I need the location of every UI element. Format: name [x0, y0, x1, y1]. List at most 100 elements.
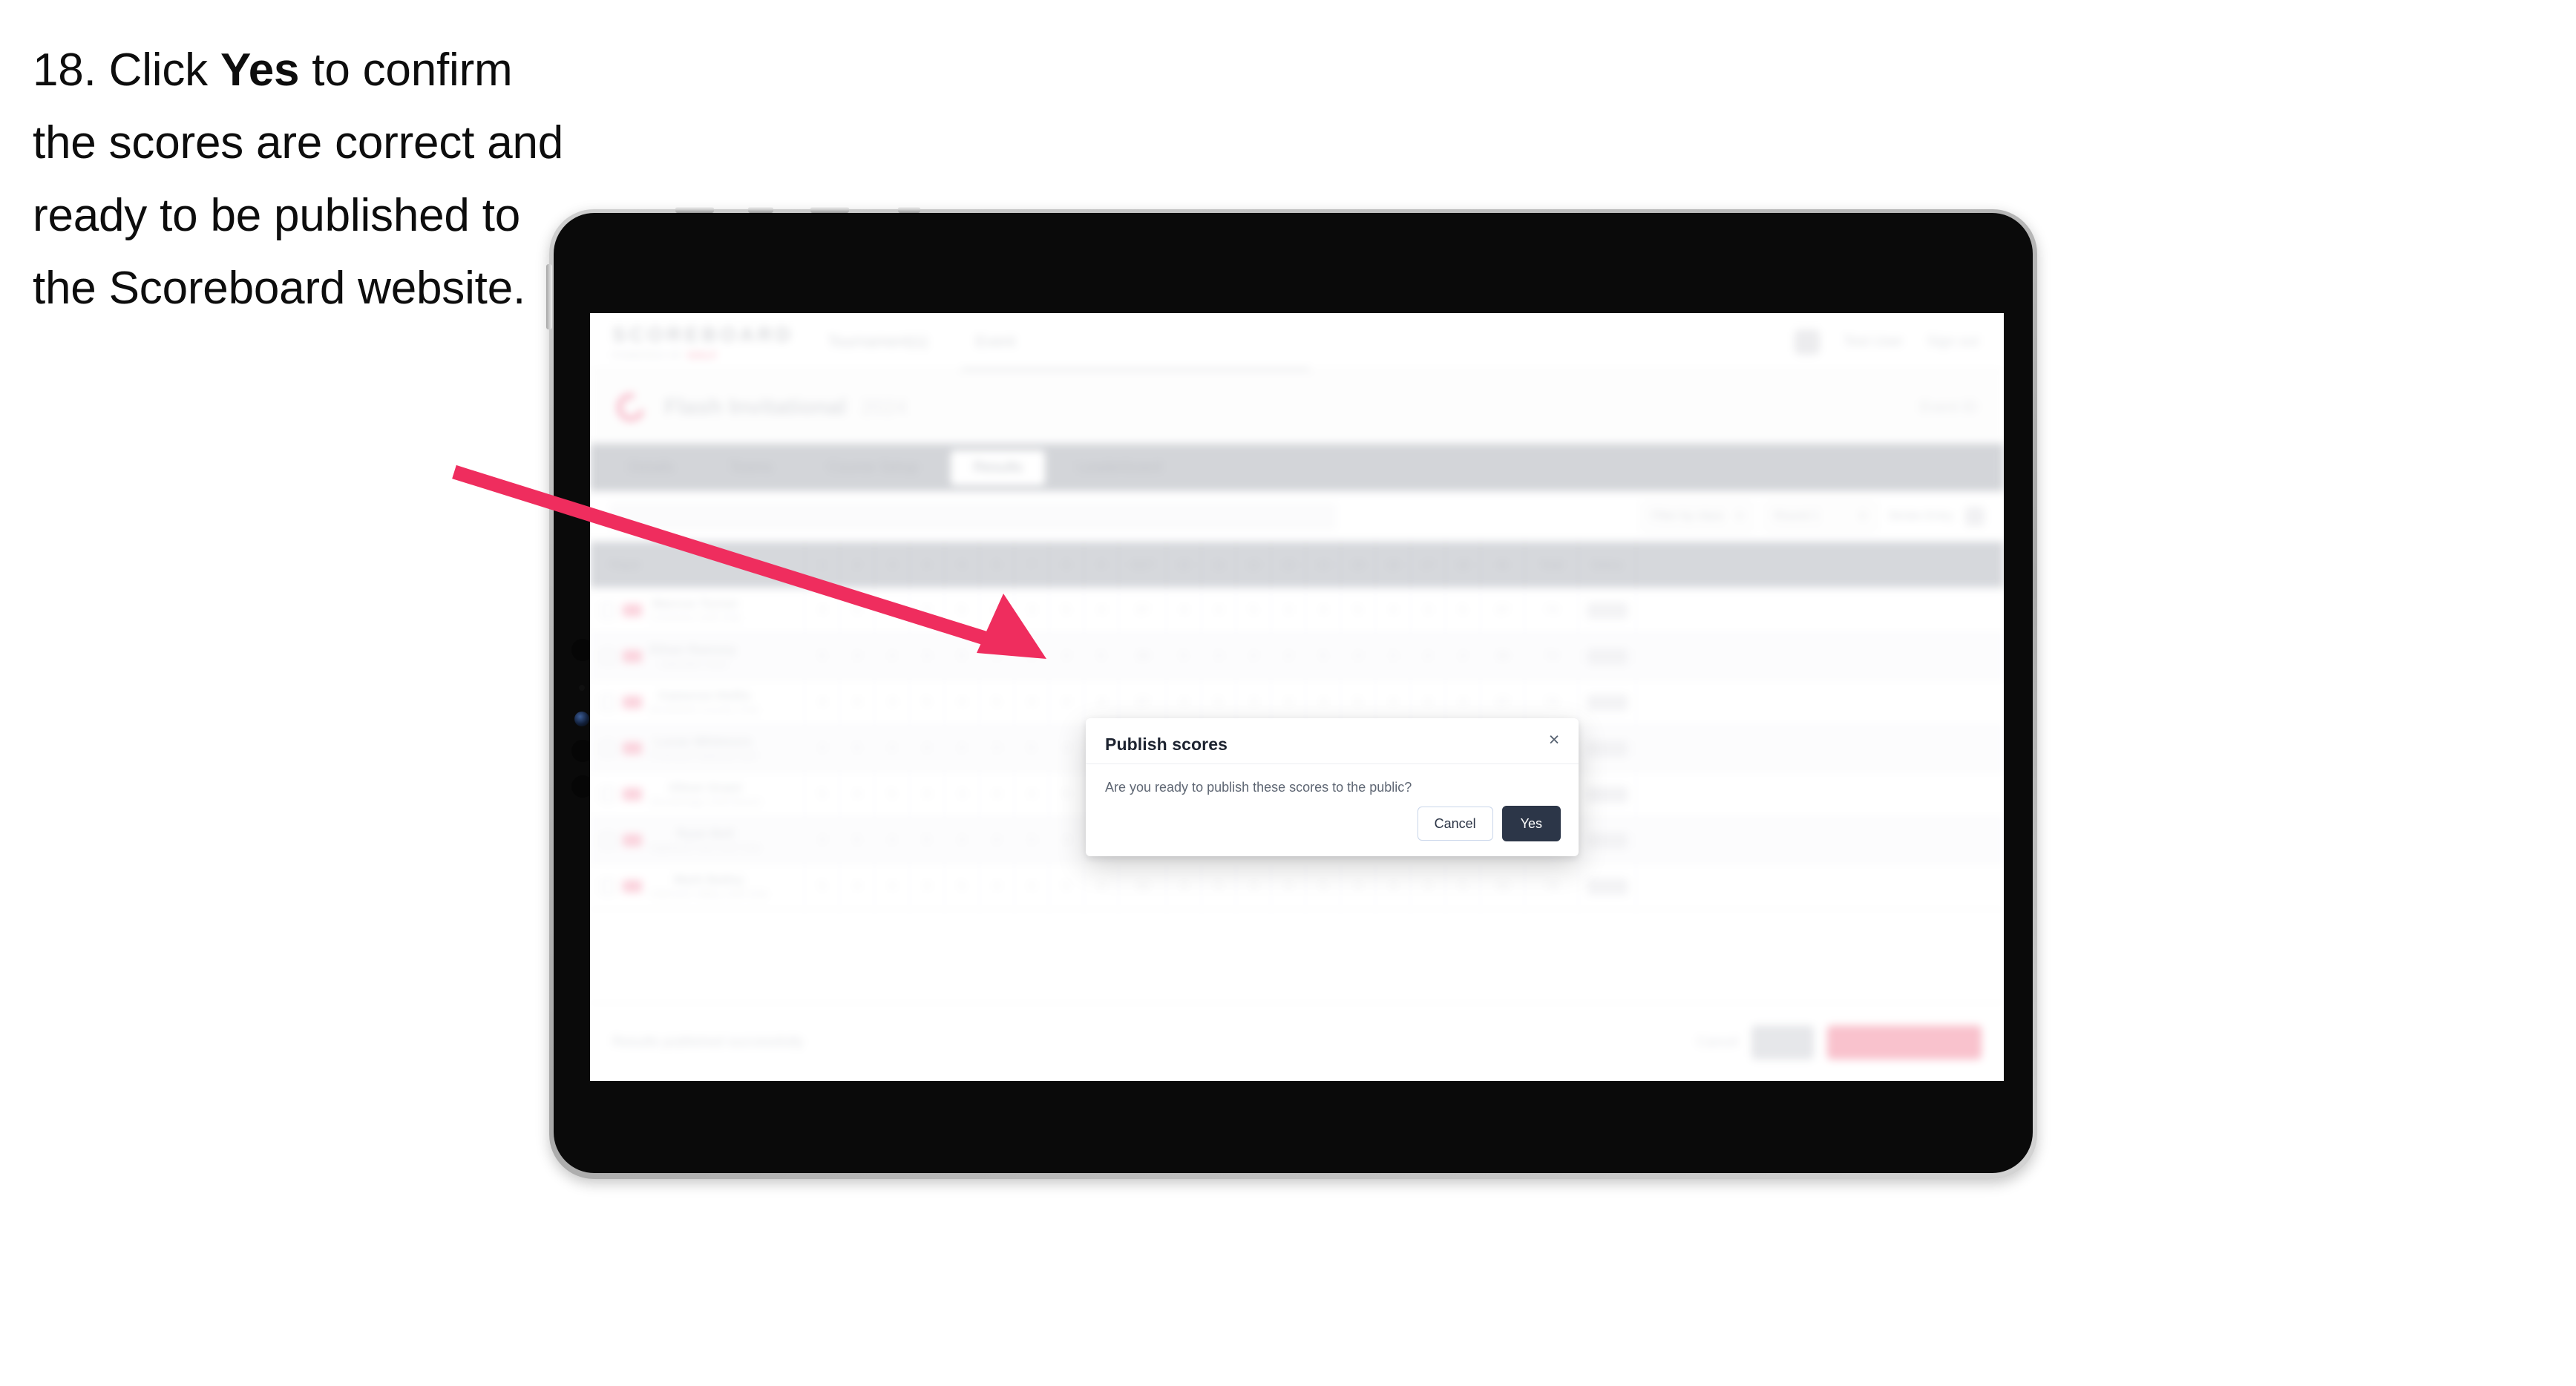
score-cell[interactable]: 4 [1049, 680, 1084, 725]
score-cell[interactable]: 4 [1306, 588, 1341, 633]
score-cell[interactable]: 5 [840, 588, 875, 633]
score-cell[interactable]: 5 [945, 634, 980, 679]
nav-item-event[interactable]: Event [975, 333, 1015, 351]
score-cell[interactable]: 4 [1049, 634, 1084, 679]
table-row[interactable]: Ethan Ramsey Lakeside Links 5 4 4 3 5 4 4 4 5 38 5 3 4… [590, 634, 2004, 680]
score-cell[interactable]: 4 [875, 864, 910, 909]
score-cell[interactable]: 3 [1271, 588, 1306, 633]
score-cell[interactable]: 5 [910, 680, 945, 725]
score-cell[interactable]: 5 [1341, 588, 1376, 633]
score-cell[interactable]: 4 [1015, 634, 1049, 679]
score-cell[interactable]: 4 [840, 772, 875, 817]
score-cell[interactable]: 4 [1411, 864, 1446, 909]
score-cell[interactable]: 4 [1376, 588, 1411, 633]
score-cell[interactable]: 4 [980, 588, 1015, 633]
score-cell[interactable]: 5 [875, 772, 910, 817]
score-cell[interactable]: 5 [1049, 588, 1084, 633]
score-cell[interactable]: 5 [1306, 864, 1341, 909]
score-cell[interactable]: 3 [1015, 588, 1049, 633]
search-input[interactable] [609, 502, 1337, 531]
row-checkbox[interactable] [600, 602, 615, 618]
score-cell[interactable]: 5 [945, 864, 980, 909]
score-cell[interactable]: 4 [875, 818, 910, 863]
score-cell[interactable]: 5 [980, 680, 1015, 725]
score-cell[interactable]: 4 [805, 588, 840, 633]
score-cell[interactable]: 4 [840, 864, 875, 909]
score-cell[interactable]: 4 [805, 818, 840, 863]
score-cell[interactable]: 5 [1446, 588, 1481, 633]
table-row[interactable]: Marcus Turner Crestview Golf Club 4 5 3 4 5 4 3 5… [590, 588, 2004, 634]
score-cell[interactable]: 5 [840, 726, 875, 771]
score-cell[interactable]: 3 [980, 726, 1015, 771]
score-cell[interactable]: 4 [1084, 588, 1119, 633]
score-cell[interactable]: 5 [1049, 772, 1084, 817]
score-cell[interactable]: 5 [840, 818, 875, 863]
score-cell[interactable]: 5 [1446, 864, 1481, 909]
score-cell[interactable]: 4 [980, 864, 1015, 909]
brand-logo[interactable]: SCOREBOARD POWERED BY GOLF [612, 323, 790, 361]
cancel-link[interactable]: Cancel [1697, 1034, 1738, 1050]
score-cell[interactable]: 4 [1049, 726, 1084, 771]
row-checkbox[interactable] [600, 694, 615, 710]
score-cell[interactable]: 5 [1202, 864, 1236, 909]
score-cell[interactable]: 5 [910, 818, 945, 863]
score-cell[interactable]: 3 [875, 588, 910, 633]
row-checkbox[interactable] [600, 878, 615, 894]
score-cell[interactable]: 4 [1376, 864, 1411, 909]
row-checkbox[interactable] [600, 648, 615, 664]
score-cell[interactable]: 3 [1376, 634, 1411, 679]
sign-out-link[interactable]: Sign out [1927, 334, 1979, 350]
score-cell[interactable]: 4 [910, 726, 945, 771]
score-cell[interactable]: 4 [910, 864, 945, 909]
yes-button[interactable]: Yes [1501, 806, 1561, 841]
score-cell[interactable]: 4 [980, 772, 1015, 817]
score-cell[interactable]: 4 [875, 726, 910, 771]
score-cell[interactable]: 3 [875, 680, 910, 725]
score-cell[interactable]: 4 [910, 588, 945, 633]
score-cell[interactable]: 4 [945, 680, 980, 725]
row-checkbox[interactable] [600, 832, 615, 848]
score-cell[interactable]: 5 [1049, 864, 1084, 909]
row-checkbox[interactable] [600, 740, 615, 756]
score-cell[interactable]: 4 [1202, 588, 1236, 633]
score-cell[interactable]: 4 [1236, 634, 1271, 679]
score-cell[interactable]: 3 [945, 772, 980, 817]
score-cell[interactable]: 4 [910, 772, 945, 817]
bell-icon[interactable] [1795, 329, 1820, 355]
score-cell[interactable]: 4 [1271, 864, 1306, 909]
score-cell[interactable]: 4 [1236, 864, 1271, 909]
tab-results[interactable]: Results [951, 450, 1046, 485]
score-cell[interactable]: 5 [1084, 634, 1119, 679]
score-cell[interactable]: 4 [1411, 634, 1446, 679]
score-cell[interactable]: 4 [1015, 864, 1049, 909]
tab-teams[interactable]: Teams [707, 450, 795, 485]
score-cell[interactable]: 3 [910, 634, 945, 679]
tab-course-setup[interactable]: Course Setup [805, 450, 940, 485]
score-cell[interactable]: 4 [1341, 864, 1376, 909]
score-cell[interactable]: 4 [805, 726, 840, 771]
score-cell[interactable]: 5 [805, 864, 840, 909]
current-user-label[interactable]: Test User [1843, 334, 1903, 350]
row-checkbox[interactable] [600, 786, 615, 802]
score-cell[interactable]: 4 [875, 634, 910, 679]
cancel-button[interactable]: Cancel [1417, 807, 1493, 841]
settings-icon[interactable] [1965, 507, 1985, 526]
score-cell[interactable]: 4 [1015, 772, 1049, 817]
nav-item-tournaments[interactable]: Tournament(s) [827, 333, 928, 351]
score-cell[interactable]: 4 [1049, 818, 1084, 863]
score-cell[interactable]: 5 [1167, 634, 1202, 679]
tab-leaderboard[interactable]: Leaderboard [1055, 450, 1184, 485]
score-cell[interactable]: 4 [805, 680, 840, 725]
score-cell[interactable]: 5 [1015, 726, 1049, 771]
score-cell[interactable]: 4 [840, 634, 875, 679]
score-cell[interactable]: 4 [1084, 864, 1119, 909]
score-cell[interactable]: 4 [1341, 634, 1376, 679]
score-cell[interactable]: 4 [1167, 864, 1202, 909]
score-cell[interactable]: 5 [805, 634, 840, 679]
score-cell[interactable]: 4 [1446, 634, 1481, 679]
score-cell[interactable]: 4 [980, 634, 1015, 679]
score-cell[interactable]: 4 [1015, 680, 1049, 725]
score-cell[interactable]: 4 [840, 680, 875, 725]
score-cell[interactable]: 4 [980, 818, 1015, 863]
score-cell[interactable]: 4 [1271, 634, 1306, 679]
